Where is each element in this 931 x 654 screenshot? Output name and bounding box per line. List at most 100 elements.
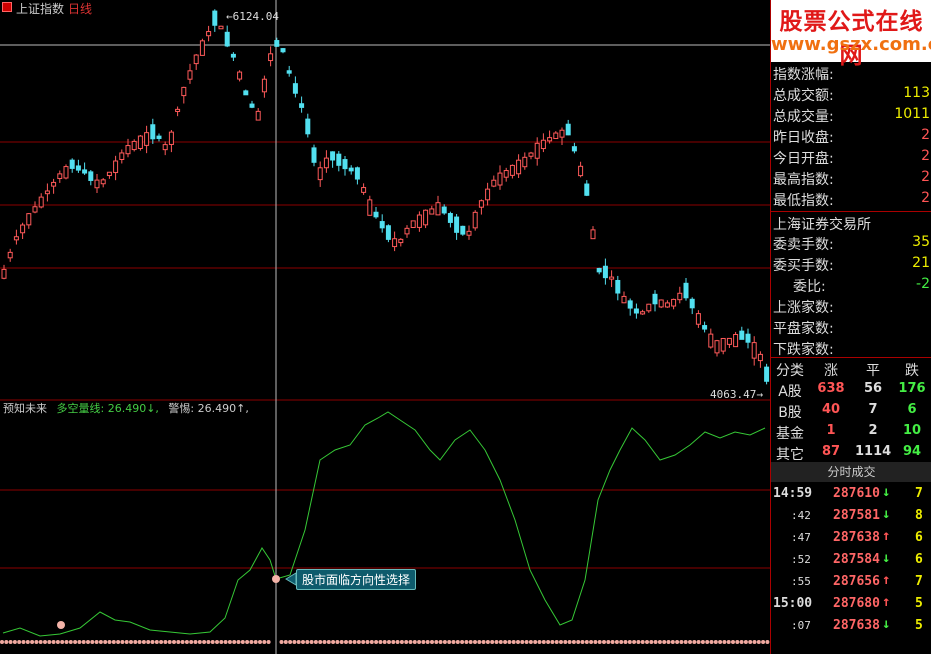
volume-dot xyxy=(249,640,254,644)
candle-body xyxy=(187,70,193,80)
candle-body xyxy=(578,165,584,177)
candle-body xyxy=(404,227,410,235)
trades-header[interactable]: 分时成交 xyxy=(771,462,931,482)
candle-body xyxy=(144,132,150,146)
trade-row[interactable]: 15:00 287680 ↑ 5 xyxy=(771,593,931,615)
candle-body xyxy=(162,144,168,151)
volume-dot xyxy=(503,640,508,644)
volume-dot xyxy=(455,640,460,644)
candle-body xyxy=(106,171,112,177)
candle-body xyxy=(410,220,416,229)
period-label[interactable]: 日线 xyxy=(68,2,92,16)
kline-chart-area[interactable]: 上证指数 日线 ←6124.04 4063.47→ 预知未来 多空量线: 26.4… xyxy=(0,0,770,654)
candle-body xyxy=(615,279,621,294)
volume-dot xyxy=(692,640,697,644)
volume-dot xyxy=(206,640,211,644)
candle-body xyxy=(373,211,379,218)
volume-dot xyxy=(150,640,155,644)
trade-time: :42 xyxy=(791,509,811,522)
category-header-cell: 涨 xyxy=(824,363,838,379)
quote-panel: 股票公式在线网 www.gszx.com.cn 指数涨幅:总成交额:113总成交… xyxy=(770,0,931,654)
category-header: 分类 涨 平 跌 xyxy=(771,358,931,379)
candle-body xyxy=(7,251,13,259)
trade-row[interactable]: :55 287656 ↑ 7 xyxy=(771,571,931,593)
candle-body xyxy=(82,169,88,174)
volume-dot xyxy=(645,640,649,644)
volume-dot xyxy=(21,640,26,644)
trade-price: 287638 xyxy=(833,618,880,633)
trade-row[interactable]: :42 287581 ↓ 8 xyxy=(771,505,931,527)
candle-body xyxy=(503,170,509,178)
candle-body xyxy=(44,190,50,195)
stat-row: 最低指数: 2 xyxy=(771,189,931,210)
volume-dot xyxy=(283,640,288,644)
category-cell: 6 xyxy=(907,402,917,417)
exchange-value: -2 xyxy=(916,276,930,292)
volume-dot xyxy=(571,640,576,644)
volume-dot xyxy=(266,640,271,644)
candle-body xyxy=(286,70,292,74)
volume-dot xyxy=(546,640,551,644)
candle-body xyxy=(354,167,360,180)
candle-body xyxy=(168,131,174,145)
candle-body xyxy=(38,196,44,208)
volume-dot xyxy=(77,640,82,644)
candle-body xyxy=(534,142,540,159)
candle-body xyxy=(689,298,695,309)
volume-dot xyxy=(223,640,228,644)
volume-dot xyxy=(90,640,95,644)
stat-label: 指数涨幅: xyxy=(773,67,834,83)
candle-body xyxy=(100,179,106,185)
kline-chart[interactable] xyxy=(0,0,770,654)
candle-body xyxy=(596,267,602,273)
chart-menu-icon[interactable] xyxy=(2,2,12,12)
candle-body xyxy=(751,342,757,359)
volume-dot xyxy=(649,640,654,644)
stat-value: 113 xyxy=(903,85,930,101)
exchange-label: 上涨家数: xyxy=(773,300,834,316)
candle-body xyxy=(94,179,100,189)
category-header-cell: 分类 xyxy=(776,363,804,379)
alert-name: 警惕: xyxy=(168,402,195,415)
candle-body xyxy=(75,165,81,171)
trade-row[interactable]: :52 287584 ↓ 6 xyxy=(771,549,931,571)
trades-list[interactable]: 14:59 287610 ↓ 7:42 287581 ↓ 8:47 287638 ↑ 6:52 28… xyxy=(771,482,931,654)
stat-label: 最高指数: xyxy=(773,172,834,188)
candle-body xyxy=(602,265,608,279)
volume-dot xyxy=(51,640,56,644)
volume-dot xyxy=(60,640,65,644)
candle-body xyxy=(702,325,708,330)
trade-volume: 6 xyxy=(915,552,923,567)
candle-body xyxy=(460,225,466,235)
category-cell: 87 xyxy=(821,444,841,459)
candle-body xyxy=(745,333,751,343)
candle-body xyxy=(733,333,739,348)
volume-dot xyxy=(116,640,121,644)
high-price-value: 6124.04 xyxy=(232,10,279,23)
candle-body xyxy=(714,340,720,354)
volume-dot xyxy=(593,640,598,644)
volume-dot xyxy=(365,640,370,644)
category-cell: 基金 xyxy=(776,426,804,442)
volume-dot xyxy=(387,640,391,644)
candle-body xyxy=(292,83,298,94)
category-cell: 10 xyxy=(902,423,922,438)
candle-body xyxy=(757,353,763,362)
category-row: 基金 1 2 10 xyxy=(771,421,931,442)
volume-dot xyxy=(700,640,705,644)
trade-row[interactable]: :07 287638 ↓ 5 xyxy=(771,615,931,637)
trade-row[interactable]: 14:59 287610 ↓ 7 xyxy=(771,483,931,505)
trade-time: :55 xyxy=(791,575,811,588)
stat-row: 最高指数: 2 xyxy=(771,168,931,189)
trade-row[interactable]: :47 287638 ↑ 6 xyxy=(771,527,931,549)
volume-dot xyxy=(653,640,658,644)
exchange-row: 上涨家数: xyxy=(771,296,931,317)
candle-body xyxy=(652,293,658,305)
candle-body xyxy=(416,214,422,228)
volume-dot xyxy=(597,640,602,644)
volume-dot xyxy=(404,640,409,644)
candle-body xyxy=(69,159,75,169)
volume-dot xyxy=(731,640,735,644)
candle-body xyxy=(20,224,26,234)
category-header-cell: 平 xyxy=(866,363,880,379)
